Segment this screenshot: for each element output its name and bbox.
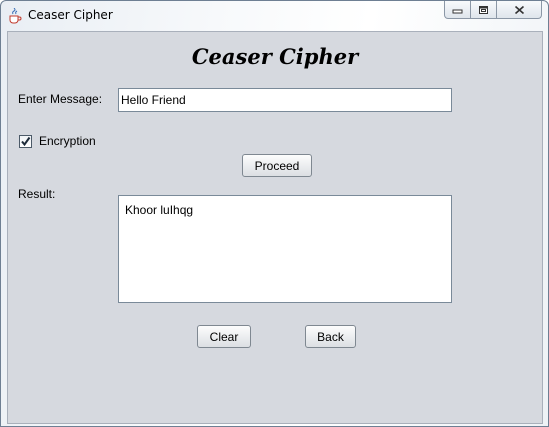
- window-controls: [444, 1, 542, 20]
- proceed-button[interactable]: Proceed: [242, 154, 312, 177]
- checkmark-icon: [21, 136, 31, 146]
- title-bar[interactable]: Ceaser Cipher: [1, 1, 548, 31]
- minimize-icon: [452, 9, 463, 14]
- java-cup-icon: [8, 7, 22, 24]
- minimize-button[interactable]: [444, 1, 471, 19]
- application-window: Ceaser Cipher Ceaser Cipher Enter Messag…: [0, 0, 549, 427]
- window-title: Ceaser Cipher: [28, 8, 113, 22]
- encryption-label: Encryption: [39, 134, 96, 148]
- cipher-panel: Ceaser Cipher Enter Message: Hello Frien…: [7, 31, 543, 424]
- result-textarea[interactable]: Khoor luIhqg: [118, 195, 452, 303]
- close-icon: [514, 5, 524, 14]
- clear-button[interactable]: Clear: [197, 325, 251, 348]
- back-button[interactable]: Back: [305, 325, 356, 348]
- result-label: Result:: [18, 187, 56, 201]
- close-button[interactable]: [497, 1, 542, 19]
- message-input[interactable]: Hello Friend: [118, 88, 452, 112]
- encryption-checkbox[interactable]: Encryption: [19, 134, 96, 148]
- maximize-button[interactable]: [471, 1, 497, 19]
- encryption-checkbox-box[interactable]: [19, 134, 32, 148]
- maximize-icon: [479, 5, 488, 14]
- page-title: Ceaser Cipher: [191, 44, 359, 69]
- message-label: Enter Message:: [18, 92, 103, 106]
